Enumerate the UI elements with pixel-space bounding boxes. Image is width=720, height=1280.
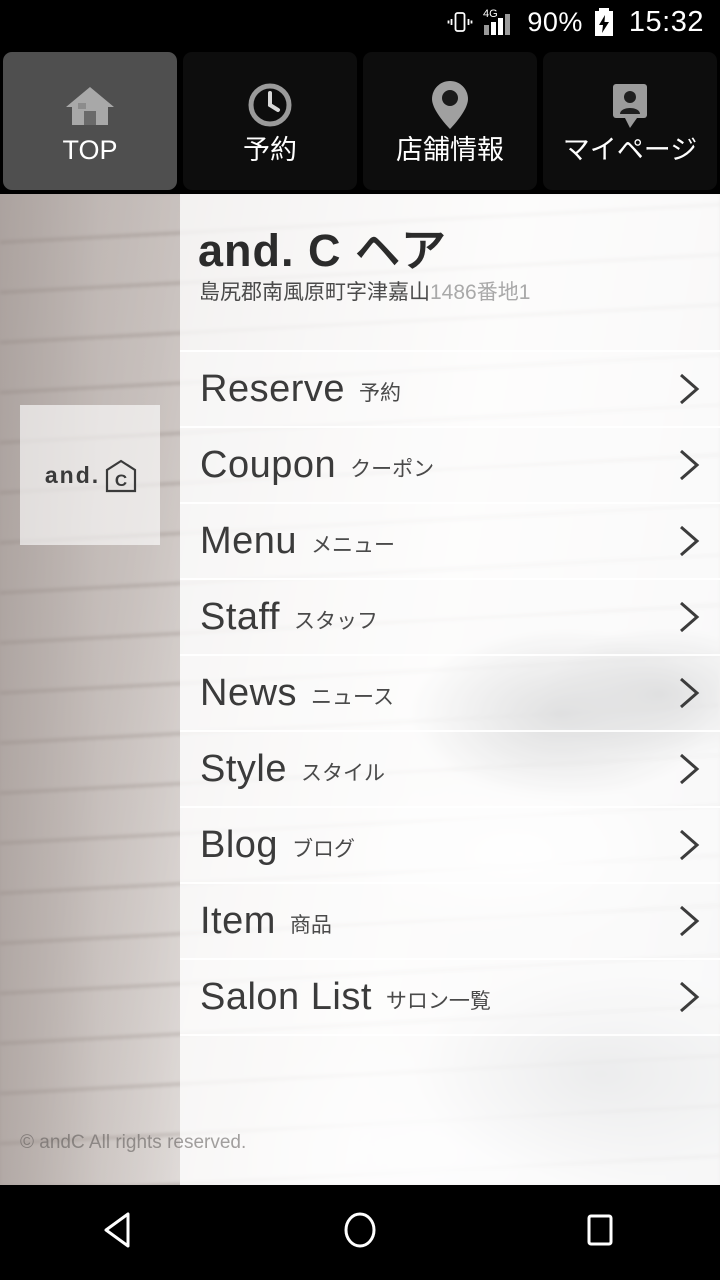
clock-label: 15:32 xyxy=(628,5,704,38)
home-button[interactable] xyxy=(300,1185,420,1280)
shop-header: and. C ヘア 島尻郡南風原町字津嘉山1486番地1 xyxy=(180,194,720,350)
menu-item-label-en: Reserve xyxy=(200,367,345,410)
tab-top[interactable]: TOP xyxy=(3,52,177,190)
menu-item-label-ja: 予約 xyxy=(359,382,401,405)
menu-item-label-en: Menu xyxy=(200,519,298,562)
triangle-back-icon xyxy=(98,1208,142,1257)
chevron-right-icon xyxy=(676,600,702,634)
chevron-right-icon xyxy=(676,980,702,1014)
chevron-right-icon xyxy=(676,828,702,862)
account-icon xyxy=(601,76,659,134)
menu-item-staff[interactable]: Staff スタッフ xyxy=(180,578,720,654)
menu-item-label-en: Salon List xyxy=(200,975,372,1018)
home-icon xyxy=(61,76,119,134)
vibrate-icon xyxy=(447,9,473,35)
menu-item-label-en: Blog xyxy=(200,823,279,866)
address-main: 島尻郡南風原町字津嘉山 xyxy=(199,281,430,304)
content-panel: and. C ヘア 島尻郡南風原町字津嘉山1486番地1 Reserve 予約 … xyxy=(180,194,720,1185)
page-title: and. C ヘア xyxy=(198,225,448,276)
logo-wordmark: and. xyxy=(44,461,101,488)
menu-item-salon-list[interactable]: Salon List サロン一覧 xyxy=(180,958,720,1034)
shop-address: 島尻郡南風原町字津嘉山1486番地1 xyxy=(199,276,530,306)
tab-label: TOP xyxy=(62,135,118,166)
chevron-right-icon xyxy=(676,904,702,938)
menu-list-bottom-divider xyxy=(180,1034,720,1036)
menu-item-label-ja: ブログ xyxy=(292,838,356,861)
main-menu-list: Reserve 予約 Coupon クーポン Menu メニュー Staff ス… xyxy=(180,350,720,1036)
menu-item-label-en: Style xyxy=(200,747,287,790)
circle-home-icon xyxy=(338,1208,382,1257)
menu-item-blog[interactable]: Blog ブログ xyxy=(180,806,720,882)
menu-item-label-ja: スタイル xyxy=(300,762,385,785)
menu-item-label-ja: メニュー xyxy=(311,534,396,557)
battery-percent-label: 90% xyxy=(527,6,583,37)
menu-item-coupon[interactable]: Coupon クーポン xyxy=(180,426,720,502)
chevron-right-icon xyxy=(676,676,702,710)
recents-button[interactable] xyxy=(540,1185,660,1280)
android-nav-bar xyxy=(0,1185,720,1280)
menu-item-label-ja: サロン一覧 xyxy=(385,990,491,1013)
shop-logo: and. C xyxy=(20,405,160,545)
menu-item-item[interactable]: Item 商品 xyxy=(180,882,720,958)
menu-item-label-en: Coupon xyxy=(200,443,337,486)
chevron-right-icon xyxy=(676,448,702,482)
tab-label: 店舗情報 xyxy=(396,135,504,166)
logo-house-c-icon: C xyxy=(105,459,137,493)
chevron-right-icon xyxy=(676,524,702,558)
svg-text:C: C xyxy=(115,471,127,490)
signal-bars-icon: 4G xyxy=(483,7,517,37)
tab-mypage[interactable]: マイページ xyxy=(543,52,717,190)
address-number: 1486番地1 xyxy=(430,281,531,304)
page-content: and. C and. C ヘア 島尻郡南風原町字津嘉山1486番地1 Rese… xyxy=(0,194,720,1185)
map-pin-icon xyxy=(421,76,479,134)
chevron-right-icon xyxy=(676,752,702,786)
square-recents-icon xyxy=(578,1208,622,1257)
copyright-text: © andC All rights reserved. xyxy=(20,1132,247,1153)
tab-label: マイページ xyxy=(562,135,698,166)
menu-item-news[interactable]: News ニュース xyxy=(180,654,720,730)
menu-item-label-en: Item xyxy=(200,899,276,942)
back-button[interactable] xyxy=(60,1185,180,1280)
menu-item-label-en: Staff xyxy=(200,595,280,638)
tab-reserve[interactable]: 予約 xyxy=(183,52,357,190)
menu-item-label-ja: ニュース xyxy=(311,686,394,709)
menu-item-label-ja: クーポン xyxy=(350,458,435,481)
svg-text:4G: 4G xyxy=(483,8,498,20)
tab-shop-info[interactable]: 店舗情報 xyxy=(363,52,537,190)
menu-item-label-en: News xyxy=(200,671,298,714)
menu-item-reserve[interactable]: Reserve 予約 xyxy=(180,350,720,426)
phone-screen: 4G 90% 15:32 TOP 予約 店舗情報 マイページ and. C an… xyxy=(0,0,720,1280)
battery-charging-icon xyxy=(593,7,615,37)
menu-item-style[interactable]: Style スタイル xyxy=(180,730,720,806)
chevron-right-icon xyxy=(676,372,702,406)
menu-item-label-ja: スタッフ xyxy=(293,610,378,633)
menu-item-label-ja: 商品 xyxy=(289,914,332,937)
tab-label: 予約 xyxy=(243,135,297,166)
top-tab-bar: TOP 予約 店舗情報 マイページ xyxy=(0,44,720,194)
status-bar: 4G 90% 15:32 xyxy=(0,0,720,44)
clock-icon xyxy=(241,76,299,134)
background-left-shade xyxy=(0,194,180,1185)
menu-item-menu[interactable]: Menu メニュー xyxy=(180,502,720,578)
